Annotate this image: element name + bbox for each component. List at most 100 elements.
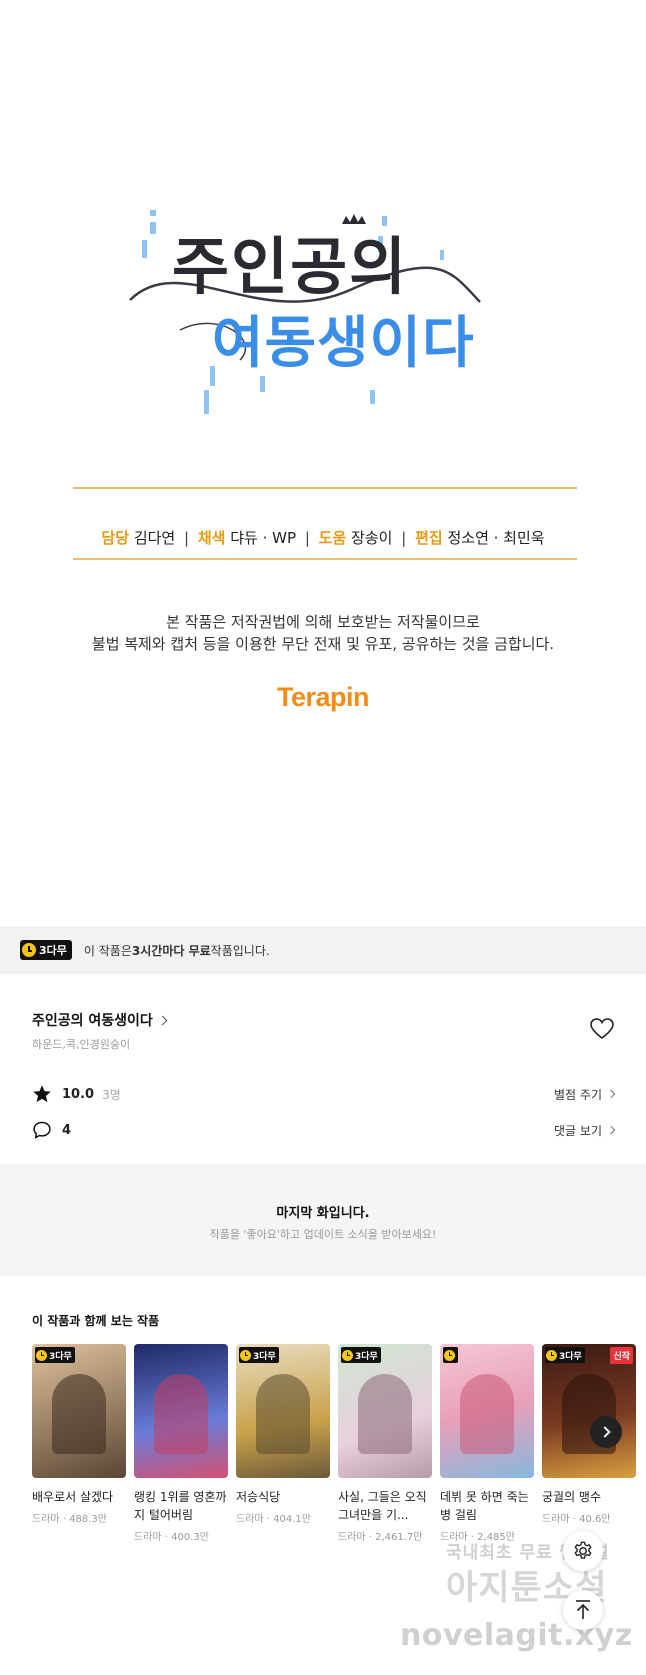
free-tag-label: 3다무	[49, 1351, 72, 1362]
free-every-3h-banner: 3다무 이 작품은 3시간마다 무료 작품입니다.	[0, 926, 646, 974]
free-tag: 3다무	[341, 1347, 381, 1363]
arrow-up-icon	[576, 1600, 590, 1619]
credit-names: 댜듀 · WP	[230, 529, 297, 547]
rating-row: 10.0 3명 별점 주기	[32, 1083, 616, 1105]
recommendation-card[interactable]: 데뷔 못 하면 죽는 병 걸림 드라마 · 2,485만	[440, 1344, 534, 1543]
credits-line: 담당 김다연 | 채색 댜듀 · WP | 도움 장송이 | 편집 정소연 · …	[101, 529, 545, 547]
credit-role: 담당	[101, 529, 130, 547]
view-comments-button[interactable]: 댓글 보기	[554, 1122, 616, 1139]
credit-role: 채색	[197, 529, 226, 547]
recommendation-card[interactable]: 3다무 사실, 그들은 오직 그녀만을 기... 드라마 · 2,461.7만	[338, 1344, 432, 1543]
clock-icon	[22, 943, 36, 957]
series-logo: 주인공의 여동생이다	[129, 210, 481, 414]
card-meta: 드라마 · 488.3만	[32, 1514, 107, 1525]
thumb-art	[52, 1374, 106, 1454]
chevron-right-icon	[157, 1015, 168, 1025]
thumb-art	[256, 1374, 310, 1454]
free-tag: 3다무	[545, 1347, 585, 1363]
credit-role: 도움	[318, 529, 347, 547]
card-thumbnail: 3다무	[32, 1344, 126, 1478]
clock-icon	[240, 1349, 251, 1361]
credits-bottom-rule	[73, 558, 577, 560]
free-tag-label: 3다무	[355, 1351, 378, 1362]
free-badge: 3다무	[20, 940, 72, 960]
free-text-bold: 3시간마다 무료	[131, 943, 211, 958]
free-tag-label: 3다무	[559, 1351, 582, 1362]
work-title: 주인공의 여동생이다	[32, 1013, 153, 1029]
thumb-art	[154, 1374, 208, 1454]
last-episode-subtitle: 작품을 '좋아요'하고 업데이트 소식을 받아보세요!	[209, 1228, 437, 1241]
publisher-logo: Terapin	[276, 682, 370, 712]
card-thumbnail	[134, 1344, 228, 1478]
comment-bubble-icon	[33, 1121, 51, 1139]
credit-names: 정소연 · 최민욱	[447, 529, 545, 547]
recommendations-heading: 이 작품과 함께 보는 작품	[32, 1314, 160, 1328]
card-title: 궁궐의 맹수	[542, 1490, 602, 1504]
card-meta: 드라마 · 40.6만	[542, 1514, 611, 1525]
recommendation-card[interactable]: 랭킹 1위를 영혼까지 털어버림 드라마 · 400.3만	[134, 1344, 228, 1543]
recommendation-card[interactable]: 3다무 저승식당 드라마 · 404.1만	[236, 1344, 330, 1543]
card-title: 배우로서 살겠다	[32, 1490, 114, 1504]
card-meta: 드라마 · 400.3만	[134, 1532, 209, 1543]
credits-top-rule	[73, 487, 577, 489]
notice-line-2: 불법 복제와 캡처 등을 이용한 무단 전재 및 유포, 공유하는 것을 금합니…	[91, 635, 555, 653]
card-thumbnail: 3다무	[236, 1344, 330, 1478]
notice-line-1: 본 작품은 저작권법에 의해 보호받는 저작물이므로	[166, 613, 480, 631]
thumb-art	[460, 1374, 514, 1454]
work-title-link[interactable]: 주인공의 여동생이다	[32, 1010, 168, 1030]
credit-role: 편집	[415, 529, 443, 547]
clock-icon	[36, 1349, 47, 1361]
card-thumbnail: 3다무 신작	[542, 1344, 636, 1478]
work-authors: 하운드,콕,인경원숭이	[32, 1038, 131, 1051]
recommendation-card[interactable]: 3다무 신작 궁궐의 맹수 드라마 · 40.6만	[542, 1344, 636, 1543]
new-tag: 신작	[610, 1347, 633, 1364]
view-comments-label: 댓글 보기	[554, 1123, 602, 1138]
card-title: 사실, 그들은 오직 그녀만을 기...	[338, 1490, 427, 1522]
free-text-after: 작품입니다.	[210, 943, 270, 958]
comic-end-page: 주인공의 여동생이다 담당 김다연 | 채색 댜듀 · WP | 도움 장송이 …	[0, 0, 646, 926]
work-info: 주인공의 여동생이다 하운드,콕,인경원숭이 10.0 3명 별점 주기 4 댓…	[0, 974, 646, 1164]
rating-count: 3명	[102, 1087, 121, 1102]
recommendations-section: 이 작품과 함께 보는 작품 3다무 배우로서 살겠다 드라마 · 488.3만…	[0, 1276, 646, 1556]
chevron-right-icon	[606, 1089, 616, 1099]
recommendation-list: 3다무 배우로서 살겠다 드라마 · 488.3만 랭킹 1위를 영혼까지 털어…	[32, 1344, 636, 1543]
rate-button[interactable]: 별점 주기	[554, 1086, 616, 1103]
last-episode-notice: 마지막 화입니다. 작품을 '좋아요'하고 업데이트 소식을 받아보세요!	[0, 1164, 646, 1276]
chevron-right-icon	[606, 1125, 616, 1135]
credit-names: 김다연	[133, 529, 176, 547]
chevron-right-icon	[598, 1426, 611, 1438]
settings-button[interactable]	[563, 1531, 603, 1571]
free-tag-label: 3다무	[253, 1351, 276, 1362]
scroll-top-button[interactable]	[563, 1590, 603, 1630]
free-tag	[443, 1347, 458, 1363]
card-title: 데뷔 못 하면 죽는 병 걸림	[440, 1490, 529, 1522]
gear-icon	[574, 1541, 592, 1559]
clock-icon	[342, 1349, 353, 1361]
card-thumbnail	[440, 1344, 534, 1478]
free-tag: 3다무	[35, 1347, 75, 1363]
logo-line1: 주인공의	[172, 230, 408, 303]
credit-names: 장송이	[351, 529, 393, 547]
free-tag: 3다무	[239, 1347, 279, 1363]
card-title: 랭킹 1위를 영혼까지 털어버림	[134, 1490, 227, 1522]
card-title: 저승식당	[236, 1490, 281, 1504]
rating-value: 10.0	[62, 1086, 95, 1102]
free-badge-label: 3다무	[39, 944, 67, 957]
copyright-notice: 본 작품은 저작권법에 의해 보호받는 저작물이므로 불법 복제와 캡처 등을 …	[0, 611, 646, 655]
carousel-next-button[interactable]	[590, 1416, 622, 1448]
rate-button-label: 별점 주기	[554, 1087, 602, 1102]
comment-row: 4 댓글 보기	[32, 1119, 616, 1141]
free-text-before: 이 작품은	[83, 943, 132, 958]
recommendation-card[interactable]: 3다무 배우로서 살겠다 드라마 · 488.3만	[32, 1344, 126, 1543]
card-meta: 드라마 · 404.1만	[236, 1514, 311, 1525]
clock-icon	[444, 1349, 455, 1361]
thumb-art	[358, 1374, 412, 1454]
card-thumbnail: 3다무	[338, 1344, 432, 1478]
like-heart-icon[interactable]	[590, 1018, 614, 1040]
watermark: 국내최초 무료 웹소설 아지툰소설 novelagit.xyz	[400, 1538, 646, 1675]
comment-count: 4	[62, 1122, 72, 1138]
star-icon	[33, 1085, 51, 1103]
clock-icon	[546, 1349, 557, 1361]
last-episode-title: 마지막 화입니다.	[276, 1206, 370, 1221]
logo-line2: 여동생이다	[212, 311, 475, 376]
